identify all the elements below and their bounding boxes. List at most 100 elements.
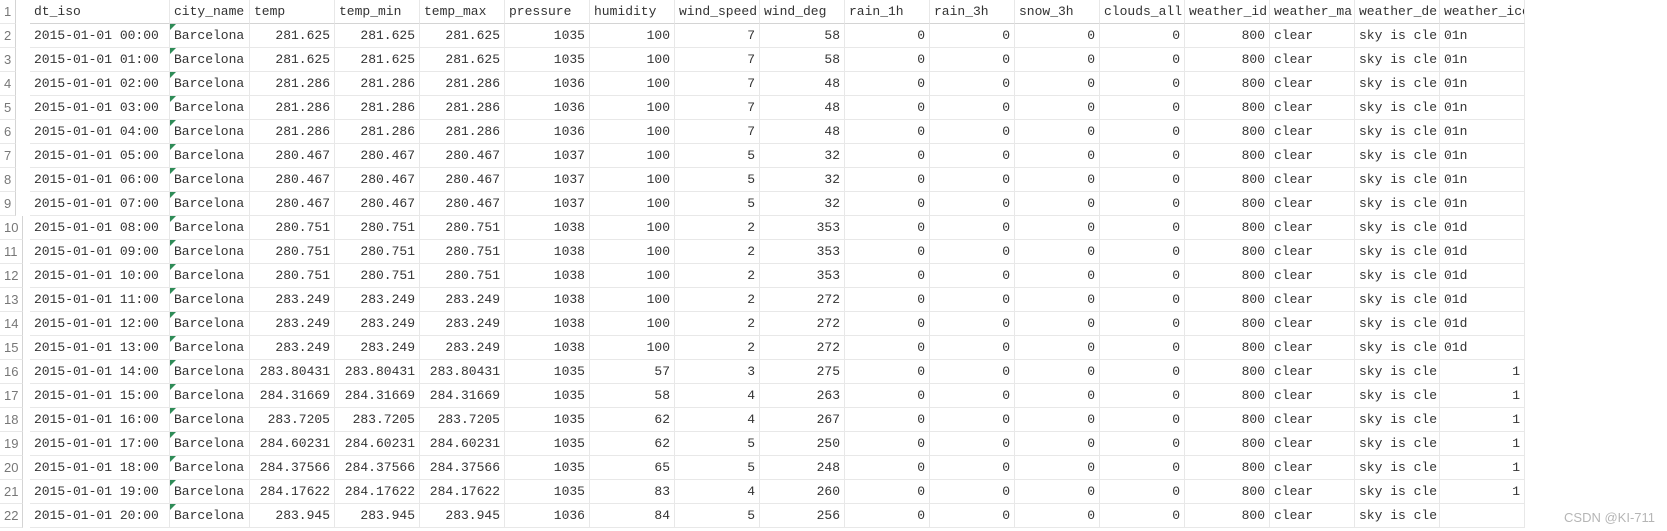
- row-header[interactable]: 1: [0, 0, 16, 24]
- cell-rain_1h[interactable]: 0: [845, 24, 930, 48]
- cell-city_name[interactable]: Barcelona: [170, 96, 250, 120]
- cell-dt_iso[interactable]: 2015-01-01 14:00: [30, 360, 170, 384]
- cell-weather_desc[interactable]: sky is cle: [1355, 288, 1440, 312]
- cell-city_name[interactable]: Barcelona: [170, 408, 250, 432]
- cell-rain_3h[interactable]: 0: [930, 288, 1015, 312]
- cell-clouds_all[interactable]: 0: [1100, 120, 1185, 144]
- cell-humidity[interactable]: 84: [590, 504, 675, 528]
- cell-pressure[interactable]: 1037: [505, 144, 590, 168]
- cell-clouds_all[interactable]: 0: [1100, 504, 1185, 528]
- cell-city_name[interactable]: Barcelona: [170, 288, 250, 312]
- cell-dt_iso[interactable]: 2015-01-01 19:00: [30, 480, 170, 504]
- cell-weather_icon[interactable]: 01d: [1440, 240, 1525, 264]
- cell-weather_id[interactable]: 800: [1185, 432, 1270, 456]
- cell-snow_3h[interactable]: 0: [1015, 96, 1100, 120]
- column-header-dt_iso[interactable]: dt_iso: [30, 0, 170, 24]
- cell-weather_id[interactable]: 800: [1185, 72, 1270, 96]
- cell-humidity[interactable]: 100: [590, 288, 675, 312]
- column-header-weather_id[interactable]: weather_id: [1185, 0, 1270, 24]
- cell-weather_main[interactable]: clear: [1270, 264, 1355, 288]
- cell-pressure[interactable]: 1036: [505, 72, 590, 96]
- cell-wind_deg[interactable]: 353: [760, 240, 845, 264]
- cell-weather_icon[interactable]: 01d: [1440, 312, 1525, 336]
- cell-rain_3h[interactable]: 0: [930, 240, 1015, 264]
- cell-temp_min[interactable]: 283.80431: [335, 360, 420, 384]
- cell-temp[interactable]: 281.286: [250, 96, 335, 120]
- cell-snow_3h[interactable]: 0: [1015, 144, 1100, 168]
- cell-weather_id[interactable]: 800: [1185, 144, 1270, 168]
- column-header-wind_speed[interactable]: wind_speed: [675, 0, 760, 24]
- cell-clouds_all[interactable]: 0: [1100, 240, 1185, 264]
- cell-humidity[interactable]: 58: [590, 384, 675, 408]
- cell-rain_3h[interactable]: 0: [930, 504, 1015, 528]
- cell-clouds_all[interactable]: 0: [1100, 96, 1185, 120]
- cell-weather_main[interactable]: clear: [1270, 48, 1355, 72]
- cell-temp_max[interactable]: 280.467: [420, 168, 505, 192]
- cell-snow_3h[interactable]: 0: [1015, 336, 1100, 360]
- cell-temp[interactable]: 283.249: [250, 336, 335, 360]
- cell-temp[interactable]: 280.467: [250, 192, 335, 216]
- cell-temp[interactable]: 284.17622: [250, 480, 335, 504]
- cell-dt_iso[interactable]: 2015-01-01 00:00: [30, 24, 170, 48]
- cell-temp_min[interactable]: 281.286: [335, 96, 420, 120]
- cell-humidity[interactable]: 100: [590, 336, 675, 360]
- cell-weather_desc[interactable]: sky is cle: [1355, 480, 1440, 504]
- cell-humidity[interactable]: 100: [590, 144, 675, 168]
- cell-weather_id[interactable]: 800: [1185, 264, 1270, 288]
- cell-wind_speed[interactable]: 7: [675, 96, 760, 120]
- cell-temp[interactable]: 284.37566: [250, 456, 335, 480]
- cell-humidity[interactable]: 62: [590, 432, 675, 456]
- cell-pressure[interactable]: 1035: [505, 360, 590, 384]
- cell-weather_id[interactable]: 800: [1185, 384, 1270, 408]
- cell-wind_speed[interactable]: 5: [675, 456, 760, 480]
- cell-dt_iso[interactable]: 2015-01-01 20:00: [30, 504, 170, 528]
- cell-clouds_all[interactable]: 0: [1100, 312, 1185, 336]
- cell-rain_1h[interactable]: 0: [845, 360, 930, 384]
- cell-wind_deg[interactable]: 260: [760, 480, 845, 504]
- cell-city_name[interactable]: Barcelona: [170, 72, 250, 96]
- cell-rain_3h[interactable]: 0: [930, 336, 1015, 360]
- cell-pressure[interactable]: 1038: [505, 336, 590, 360]
- cell-dt_iso[interactable]: 2015-01-01 03:00: [30, 96, 170, 120]
- cell-city_name[interactable]: Barcelona: [170, 264, 250, 288]
- cell-temp_max[interactable]: 281.286: [420, 96, 505, 120]
- cell-rain_1h[interactable]: 0: [845, 120, 930, 144]
- column-header-rain_3h[interactable]: rain_3h: [930, 0, 1015, 24]
- cell-temp_max[interactable]: 283.249: [420, 288, 505, 312]
- cell-weather_main[interactable]: clear: [1270, 360, 1355, 384]
- row-header[interactable]: 7: [0, 144, 16, 168]
- cell-temp_min[interactable]: 280.751: [335, 264, 420, 288]
- cell-wind_deg[interactable]: 32: [760, 144, 845, 168]
- column-header-snow_3h[interactable]: snow_3h: [1015, 0, 1100, 24]
- cell-weather_id[interactable]: 800: [1185, 504, 1270, 528]
- cell-temp[interactable]: 283.7205: [250, 408, 335, 432]
- cell-pressure[interactable]: 1036: [505, 120, 590, 144]
- cell-weather_icon[interactable]: 01d: [1440, 264, 1525, 288]
- cell-temp_max[interactable]: 281.286: [420, 120, 505, 144]
- cell-pressure[interactable]: 1037: [505, 168, 590, 192]
- cell-rain_3h[interactable]: 0: [930, 312, 1015, 336]
- cell-humidity[interactable]: 100: [590, 312, 675, 336]
- cell-weather_icon[interactable]: 1: [1440, 432, 1525, 456]
- cell-dt_iso[interactable]: 2015-01-01 15:00: [30, 384, 170, 408]
- cell-wind_speed[interactable]: 4: [675, 408, 760, 432]
- cell-weather_icon[interactable]: 01n: [1440, 48, 1525, 72]
- cell-temp_max[interactable]: 284.60231: [420, 432, 505, 456]
- cell-rain_3h[interactable]: 0: [930, 192, 1015, 216]
- cell-weather_id[interactable]: 800: [1185, 192, 1270, 216]
- cell-humidity[interactable]: 100: [590, 264, 675, 288]
- cell-weather_id[interactable]: 800: [1185, 120, 1270, 144]
- row-header[interactable]: 16: [0, 360, 23, 384]
- cell-dt_iso[interactable]: 2015-01-01 09:00: [30, 240, 170, 264]
- row-header[interactable]: 21: [0, 480, 23, 504]
- cell-snow_3h[interactable]: 0: [1015, 456, 1100, 480]
- row-header[interactable]: 22: [0, 504, 23, 528]
- row-header[interactable]: 13: [0, 288, 23, 312]
- cell-weather_main[interactable]: clear: [1270, 504, 1355, 528]
- cell-weather_id[interactable]: 800: [1185, 240, 1270, 264]
- cell-weather_desc[interactable]: sky is cle: [1355, 336, 1440, 360]
- cell-wind_speed[interactable]: 5: [675, 144, 760, 168]
- cell-city_name[interactable]: Barcelona: [170, 432, 250, 456]
- cell-dt_iso[interactable]: 2015-01-01 10:00: [30, 264, 170, 288]
- cell-weather_id[interactable]: 800: [1185, 24, 1270, 48]
